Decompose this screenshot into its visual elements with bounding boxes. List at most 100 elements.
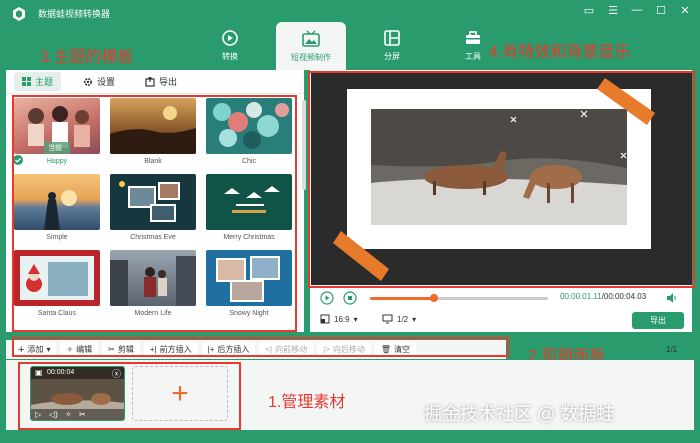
theme-happy[interactable]: 当前 Happy xyxy=(13,98,100,167)
theme-thumbnail xyxy=(110,98,196,154)
tab-settings[interactable]: 设置 xyxy=(75,72,123,91)
insert-before-label: 前方插入 xyxy=(159,345,192,354)
theme-label: Snowy Night xyxy=(229,310,269,317)
page-value: 1/2 xyxy=(397,314,409,324)
cut-button[interactable]: ✂ 剪辑 xyxy=(102,342,140,357)
move-backward-icon: |> xyxy=(323,345,330,354)
magic-wand-icon: ✧ xyxy=(66,345,74,354)
annotation-1: 1.管理素材 xyxy=(268,394,346,411)
volume-icon[interactable] xyxy=(666,292,678,304)
volume-icon[interactable]: ◁) xyxy=(49,410,58,419)
move-backward-button[interactable]: |> 向后移动 xyxy=(317,342,371,357)
aspect-ratio-icon xyxy=(320,314,330,324)
tab-short-video[interactable]: 短视频制作 xyxy=(276,22,346,70)
insert-before-button[interactable]: +| 前方插入 xyxy=(143,342,198,357)
close-button[interactable]: ✕ xyxy=(678,4,692,17)
theme-christmas-eve[interactable]: Christmas Eve xyxy=(110,174,196,243)
progress-fill xyxy=(370,297,435,300)
theme-santa-claus[interactable]: Santa Claus xyxy=(14,250,100,319)
tab-settings-label: 设置 xyxy=(97,77,116,87)
minimize-button[interactable]: — xyxy=(630,4,644,17)
main-nav: 转换 短视频制作 分屏 工具 xyxy=(195,22,519,70)
progress-bar[interactable] xyxy=(370,294,548,302)
gear-icon xyxy=(84,77,93,86)
clear-label: 清空 xyxy=(394,345,411,354)
tab-convert-label: 转换 xyxy=(222,51,238,61)
trash-icon: 🗑 xyxy=(380,345,392,354)
plus-icon: + xyxy=(18,343,25,356)
theme-merry-christmas[interactable]: Merry Christmas xyxy=(206,174,292,243)
tab-split-screen-label: 分屏 xyxy=(384,51,400,61)
export-button[interactable]: 导出 xyxy=(632,312,684,329)
progress-knob[interactable] xyxy=(430,294,439,302)
theme-label: Simple xyxy=(46,234,68,241)
theme-thumbnail xyxy=(206,98,292,154)
chevron-down-icon: ▾ xyxy=(353,314,358,324)
tab-theme[interactable]: 主题 xyxy=(14,72,62,91)
insert-after-button[interactable]: |+ 后方插入 xyxy=(201,342,256,357)
theme-chic[interactable]: Chic xyxy=(206,98,292,167)
theme-blank[interactable]: Blank xyxy=(110,98,196,167)
insert-after-label: 后方插入 xyxy=(217,345,250,354)
tab-split-screen[interactable]: 分屏 xyxy=(357,22,427,68)
theme-thumbnail xyxy=(14,250,100,306)
cut-label: 剪辑 xyxy=(117,345,134,354)
tab-export[interactable]: 导出 xyxy=(137,72,185,91)
add-media-slot[interactable]: + xyxy=(132,366,228,421)
theme-scrollbar[interactable] xyxy=(302,100,306,190)
add-label: 添加 xyxy=(27,345,44,354)
split-screen-icon xyxy=(384,29,400,46)
theme-label: Merry Christmas xyxy=(223,234,275,241)
stop-icon[interactable] xyxy=(343,291,357,305)
maximize-button[interactable]: ☐ xyxy=(654,4,668,17)
edit-toolbar: + 添加 ▾ ✧ 编辑 ✂ 剪辑 +| 前方插入 |+ 后方插入 <| 向前移动 |> 向后… xyxy=(6,340,506,359)
aspect-ratio-select[interactable]: 16:9 ▾ xyxy=(320,314,358,324)
grid-icon xyxy=(22,77,31,86)
move-forward-icon: <| xyxy=(265,345,273,354)
insert-after-icon: |+ xyxy=(207,345,215,354)
magic-wand-icon[interactable]: ✧ xyxy=(65,410,72,419)
scissors-icon[interactable]: ✂ xyxy=(79,410,86,419)
play-icon[interactable] xyxy=(320,291,334,305)
toolbox-icon xyxy=(466,30,480,44)
current-badge: 当前 xyxy=(48,145,62,152)
export-icon xyxy=(145,76,155,87)
tab-tools-label: 工具 xyxy=(465,51,481,61)
theme-label: Chic xyxy=(241,158,256,165)
theme-thumbnail xyxy=(110,174,196,230)
selected-check-icon xyxy=(13,155,23,165)
tab-export-label: 导出 xyxy=(159,77,178,87)
theme-thumbnail xyxy=(110,250,196,306)
play-icon[interactable]: ▷ xyxy=(35,410,41,419)
move-backward-label: 向后移动 xyxy=(332,345,365,354)
theme-thumbnail: 当前 xyxy=(14,98,100,154)
theme-snowy-night[interactable]: Snowy Night xyxy=(206,250,292,319)
media-clip[interactable]: ▣ 00:00:04 ⓧ ▷ ◁) ✧ ✂ xyxy=(30,366,125,421)
preview-panel: 00:00:01.11/00:00:04.03 16:9 ▾ 1/2 ▾ 导出 xyxy=(310,70,692,332)
theme-simple[interactable]: Simple xyxy=(14,174,100,243)
theme-panel: 主题 设置 导出 当前 Happy Blank Chic Simple Chri… xyxy=(6,70,306,332)
remove-clip-icon[interactable]: ⓧ xyxy=(112,367,121,380)
theme-thumbnail xyxy=(206,174,292,230)
annotation-4: 4.有特效和背景音乐 xyxy=(489,44,631,61)
page-select[interactable]: 1/2 ▾ xyxy=(382,314,416,324)
move-forward-button[interactable]: <| 向前移动 xyxy=(259,342,314,357)
edit-button[interactable]: ✧ 编辑 xyxy=(60,342,99,357)
theme-thumbnail xyxy=(14,174,100,230)
theme-label: Modern Life xyxy=(134,310,172,317)
chevron-down-icon: ▾ xyxy=(46,345,51,354)
page-count: 1/1 xyxy=(666,345,678,354)
feedback-icon[interactable]: ▭ xyxy=(582,4,596,17)
tab-short-video-label: 短视频制作 xyxy=(291,52,331,62)
clear-button[interactable]: 🗑 清空 xyxy=(374,342,417,357)
tab-theme-label: 主题 xyxy=(35,77,54,87)
theme-label: Happy xyxy=(46,158,68,165)
theme-grid: 当前 Happy Blank Chic Simple Christmas Eve… xyxy=(13,98,296,319)
theme-label: Blank xyxy=(144,158,162,165)
add-button[interactable]: + 添加 ▾ xyxy=(12,342,57,357)
insert-before-icon: +| xyxy=(149,345,157,354)
app-logo-icon xyxy=(13,7,25,21)
theme-modern-life[interactable]: Modern Life xyxy=(110,250,196,319)
menu-icon[interactable]: ☰ xyxy=(606,4,620,17)
tab-convert[interactable]: 转换 xyxy=(195,22,265,68)
